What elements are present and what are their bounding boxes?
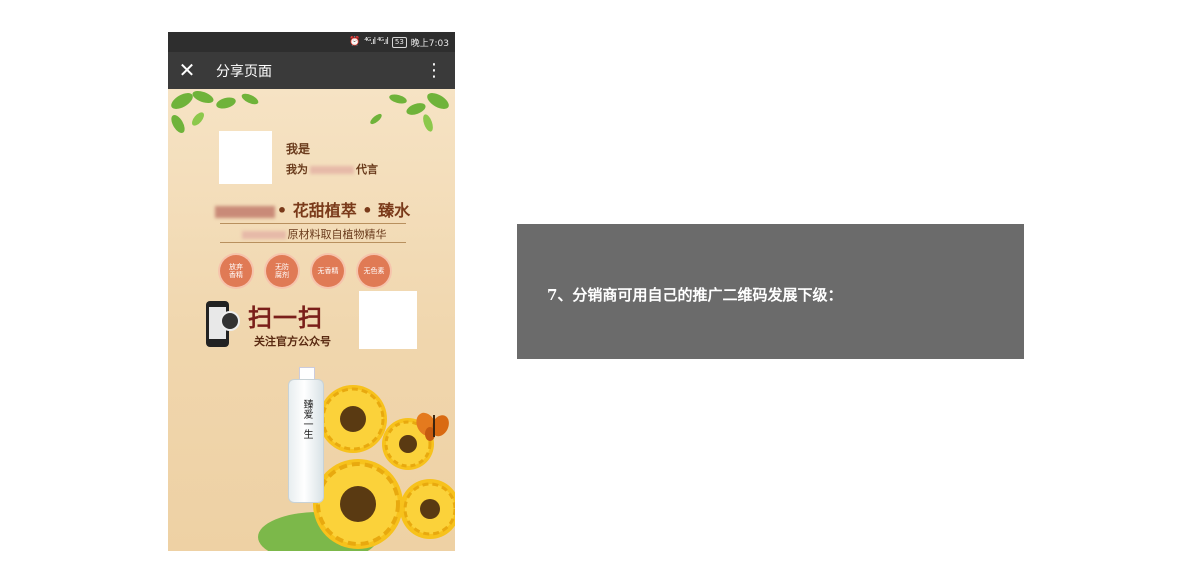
alarm-clock-icon: ⏰: [349, 37, 361, 47]
mobile-phone-icon: [206, 301, 240, 347]
page-title: 分享页面: [216, 63, 272, 80]
i-am-label: 我是: [286, 142, 311, 156]
spokesperson-prefix: 我为: [286, 163, 308, 176]
badge-item: 无防 腐剂: [266, 255, 298, 287]
signal-icon: ⁴ᴳ.ıl ⁴ᴳ.ıl: [364, 37, 389, 47]
follow-label: 关注官方公众号: [254, 335, 331, 348]
blurred-brand: [241, 231, 286, 239]
headline-text: • 花甜植萃 • 臻水: [276, 201, 411, 220]
leaves-top-right: [370, 93, 449, 132]
divider: [220, 223, 406, 224]
share-poster: 我是 我为 代言 • 花甜植萃 • 臻水 原材料取自植物精华 放弃 香精 无防 腐剂 …: [168, 89, 455, 551]
leaves-top-left: [171, 90, 259, 134]
avatar: [219, 131, 272, 184]
product-headline: • 花甜植萃 • 臻水: [198, 197, 425, 221]
status-time: 晚上7:03: [410, 38, 449, 49]
battery-icon: 53: [391, 36, 407, 48]
blurred-brand: [214, 205, 275, 218]
badge-item: 放弃 香精: [220, 255, 252, 287]
bottle-label: 臻爱一生: [301, 399, 312, 439]
qr-code: [359, 291, 417, 349]
scan-label: 扫一扫: [248, 304, 323, 332]
instruction-panel: 7、分销商可用自己的推广二维码发展下级：: [517, 224, 1024, 359]
feature-badges: 放弃 香精 无防 腐剂 无香精 无色素: [220, 255, 390, 287]
spokesperson-suffix: 代言: [356, 163, 378, 176]
spray-bottle: [288, 379, 324, 503]
nav-bar: ✕ 分享页面 ⋮: [168, 52, 455, 89]
badge-item: 无色素: [358, 255, 390, 287]
spokesperson-line: 我为 代言: [286, 161, 378, 177]
badge-item: 无香精: [312, 255, 344, 287]
phone-screenshot: ⏰ ⁴ᴳ.ıl ⁴ᴳ.ıl 53 晚上7:03 ✕ 分享页面 ⋮ 我是 我为 代…: [168, 32, 455, 551]
divider: [220, 242, 406, 243]
material-text: 原材料取自植物精华: [287, 228, 387, 241]
instruction-text: 7、分销商可用自己的推广二维码发展下级：: [547, 286, 843, 304]
material-line: 原材料取自植物精华: [220, 226, 406, 242]
more-options-icon[interactable]: ⋮: [425, 52, 443, 89]
status-bar: ⏰ ⁴ᴳ.ıl ⁴ᴳ.ıl 53 晚上7:03: [168, 32, 455, 52]
blurred-brand: [310, 166, 354, 174]
close-icon[interactable]: ✕: [168, 52, 206, 89]
